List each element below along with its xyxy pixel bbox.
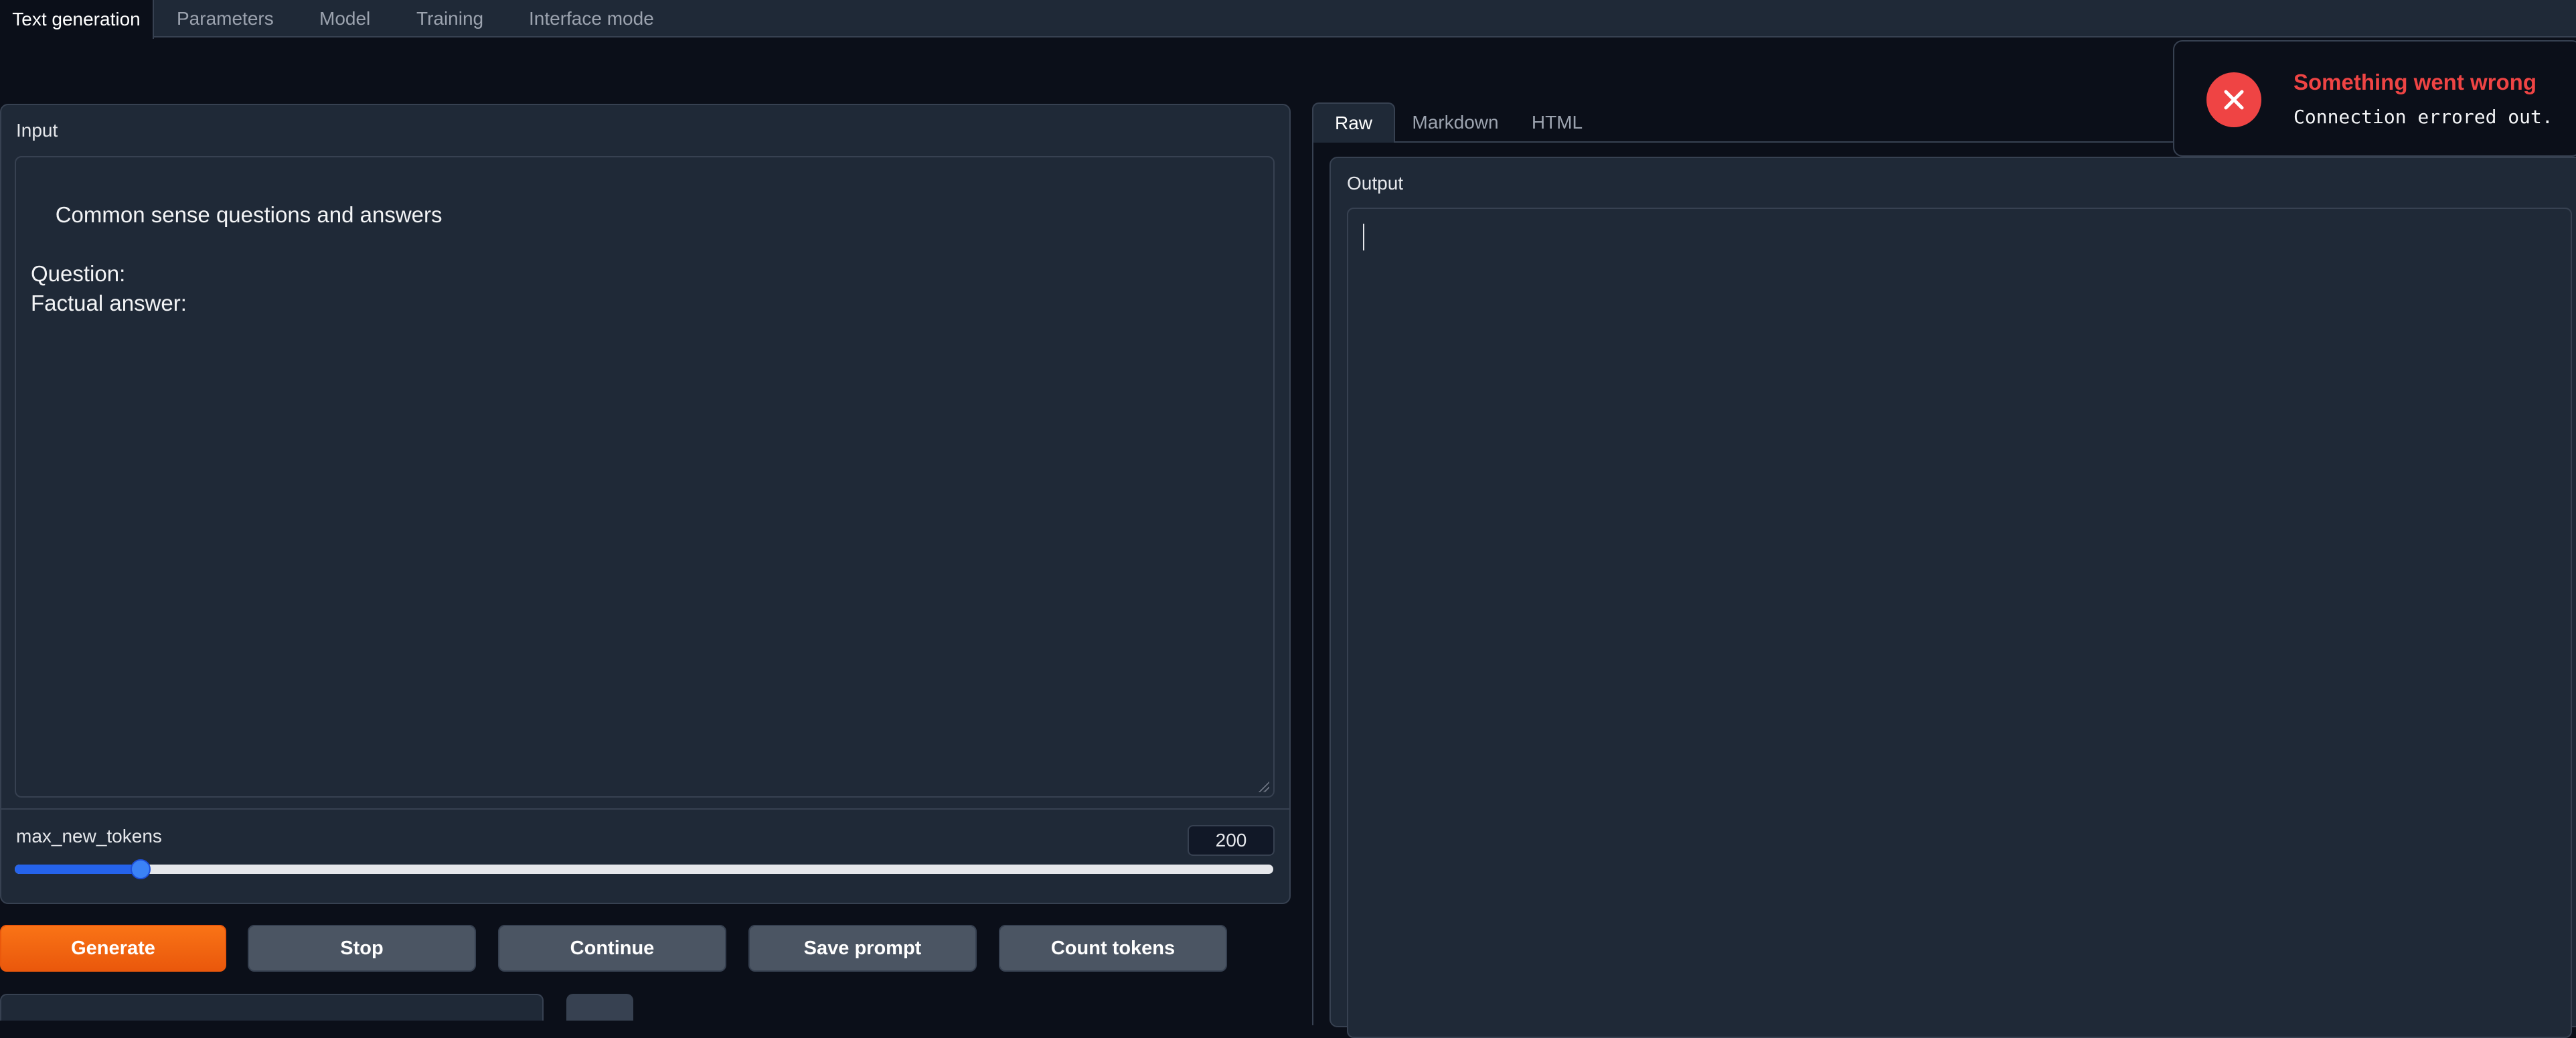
tab-markdown[interactable]: Markdown <box>1402 102 1509 143</box>
max-new-tokens-number-input[interactable]: 200 <box>1188 825 1275 856</box>
slider-fill <box>15 865 141 874</box>
max-new-tokens-label: max_new_tokens <box>16 826 162 846</box>
prompt-dropdown[interactable] <box>0 994 544 1021</box>
generate-button[interactable]: Generate <box>0 925 226 972</box>
slider-thumb[interactable] <box>131 859 151 879</box>
output-textarea[interactable] <box>1347 208 2572 1038</box>
refresh-button[interactable] <box>566 994 633 1021</box>
toast-message: Connection errored out. <box>2293 106 2553 128</box>
tab-training[interactable]: Training <box>416 0 483 38</box>
tab-html[interactable]: HTML <box>1517 102 1597 143</box>
resize-handle-icon[interactable] <box>1257 780 1269 792</box>
tab-parameters[interactable]: Parameters <box>177 0 274 38</box>
input-textarea[interactable]: Common sense questions and answers Quest… <box>15 156 1275 798</box>
tab-model[interactable]: Model <box>319 0 370 38</box>
max-new-tokens-slider[interactable] <box>15 865 1273 874</box>
error-toast: Something went wrong Connection errored … <box>2173 40 2576 157</box>
toast-title: Something went wrong <box>2293 70 2537 94</box>
save-prompt-button[interactable]: Save prompt <box>748 925 977 972</box>
stop-button[interactable]: Stop <box>248 925 476 972</box>
close-circle-icon[interactable] <box>2206 72 2261 127</box>
tab-interface-mode[interactable]: Interface mode <box>529 0 654 38</box>
continue-button[interactable]: Continue <box>498 925 726 972</box>
count-tokens-button[interactable]: Count tokens <box>999 925 1227 972</box>
input-text: Common sense questions and answers Quest… <box>31 202 442 315</box>
output-panel: Output <box>1330 157 2576 1038</box>
tab-text-generation[interactable]: Text generation <box>0 0 154 39</box>
divider <box>1 808 1289 810</box>
input-panel: Input Common sense questions and answers… <box>0 104 1291 904</box>
tab-raw[interactable]: Raw <box>1312 102 1395 143</box>
output-label: Output <box>1347 173 1404 194</box>
top-tab-bar: Text generation Parameters Model Trainin… <box>0 0 2576 39</box>
input-label: Input <box>16 120 58 141</box>
text-caret <box>1363 224 1364 250</box>
